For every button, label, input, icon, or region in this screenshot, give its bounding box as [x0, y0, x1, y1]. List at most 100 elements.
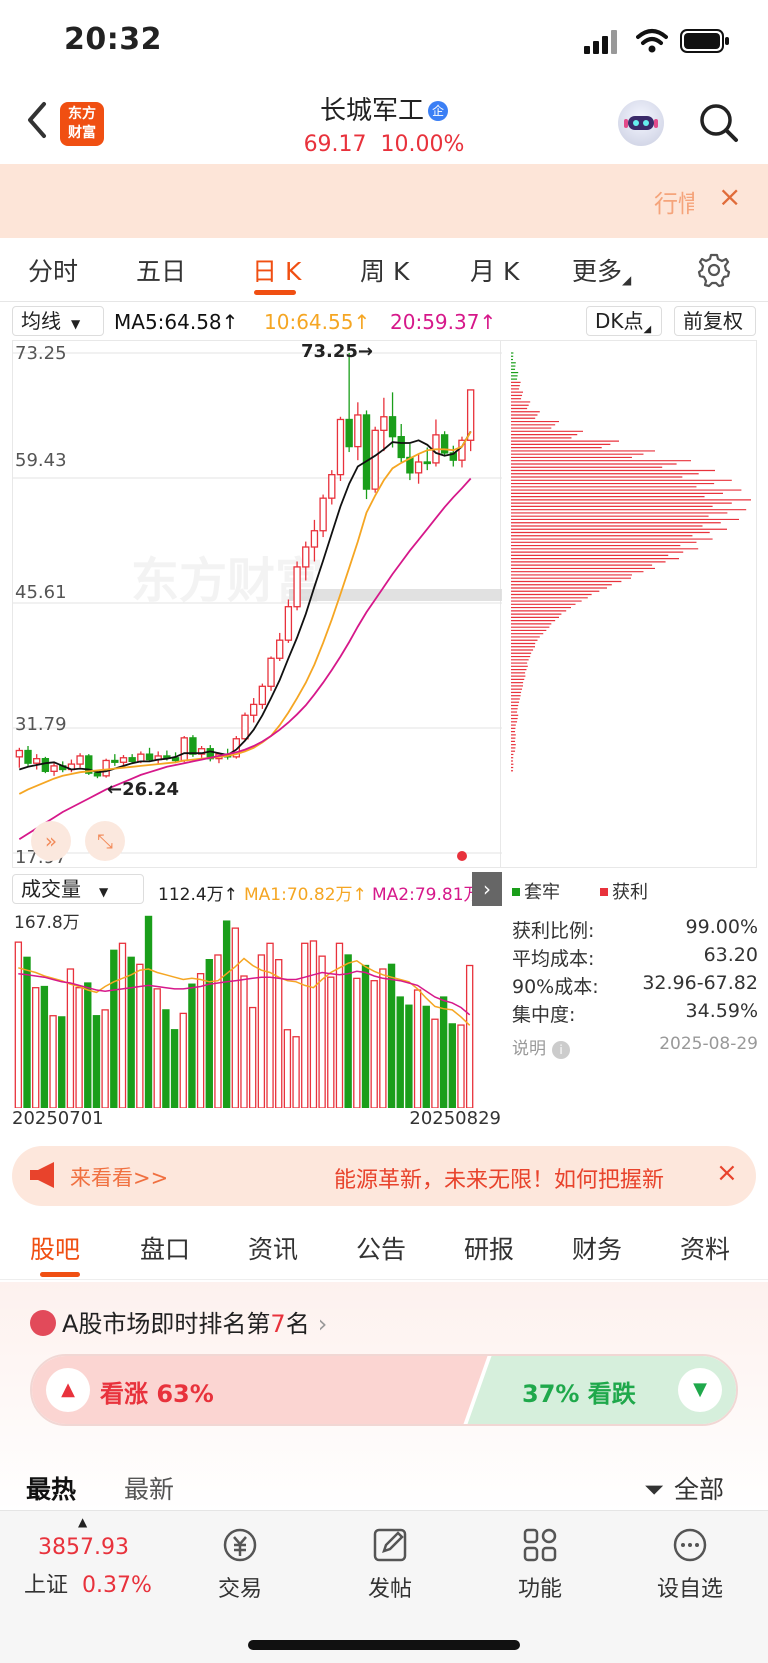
volume-bar	[179, 1012, 187, 1108]
candle-body	[119, 757, 128, 763]
rank-chart-icon	[30, 1310, 56, 1336]
rank-suffix: 名	[285, 1310, 310, 1338]
candle-body	[24, 749, 32, 764]
ma20-value: 20:59.37↑	[390, 310, 497, 334]
candle-body	[319, 497, 327, 532]
tab-intraday[interactable]: 分时	[28, 252, 78, 288]
yuan-exchange-icon	[223, 1528, 257, 1562]
dropdown-triangle-icon: ▼	[71, 317, 81, 331]
candle-body	[328, 474, 336, 499]
volume-bar	[379, 968, 387, 1108]
ma-selector-label: 均线	[21, 309, 61, 333]
more-dots-icon	[673, 1528, 707, 1562]
volume-bar	[92, 1015, 101, 1108]
status-bar: 20:32	[0, 0, 768, 84]
ma-indicator-bar: 均线 ▼ MA5:64.58↑ 10:64.55↑ 20:59.37↑ DK点◢ …	[0, 302, 768, 340]
tab-news[interactable]: 资讯	[248, 1230, 298, 1266]
dropdown-corner-icon: ◢	[622, 273, 632, 287]
rank-number: 7	[270, 1310, 286, 1338]
info-icon: i	[552, 1041, 570, 1059]
volume-bar	[361, 964, 370, 1108]
tab-announcement[interactable]: 公告	[356, 1230, 406, 1266]
volume-bar	[387, 963, 396, 1108]
tab-more-label: 更多	[572, 257, 623, 286]
nav-function[interactable]: 功能	[490, 1525, 590, 1603]
nav-function-label: 功能	[517, 1577, 562, 1602]
market-rank[interactable]: A股市场即时排名第7名 ›	[30, 1304, 327, 1339]
volume-bar	[14, 941, 23, 1108]
volume-bar	[32, 987, 40, 1108]
red-dot-icon	[457, 851, 467, 861]
nav-trade-label: 交易	[217, 1577, 262, 1602]
fullscreen-icon[interactable]: ⤡	[85, 821, 125, 861]
nav-watchlist[interactable]: 设自选	[640, 1525, 740, 1603]
banner-close-button[interactable]: ×	[718, 180, 741, 213]
tab-research[interactable]: 研报	[464, 1230, 514, 1266]
vote-up-label[interactable]: 看涨 63%	[100, 1374, 214, 1409]
nav-post[interactable]: 发帖	[340, 1525, 440, 1603]
tab-weekly-k[interactable]: 周 K	[360, 252, 409, 288]
feed-new-tab[interactable]: 最新	[124, 1470, 174, 1506]
volume-bar	[457, 1024, 465, 1108]
tab-guba[interactable]: 股吧	[30, 1230, 80, 1266]
volume-bar	[222, 920, 231, 1108]
stat-avg-cost: 平均成本: 63.20	[512, 944, 758, 971]
date-end: 20250829	[409, 1108, 501, 1129]
volume-chart[interactable]: 167.8万	[12, 908, 501, 1108]
volume-bar	[283, 1029, 292, 1108]
candle-body	[258, 685, 267, 706]
candle-body	[76, 755, 84, 765]
down-arrow-icon[interactable]: ▼	[678, 1368, 722, 1412]
index-value[interactable]: 3857.93	[38, 1535, 129, 1560]
chip-distribution-chart[interactable]	[501, 340, 757, 868]
settings-gear-icon[interactable]	[696, 252, 732, 288]
volume-selector-label: 成交量	[21, 877, 81, 901]
battery-icon	[680, 29, 729, 53]
dk-point-button[interactable]: DK点◢	[586, 306, 662, 336]
ma-selector[interactable]: 均线 ▼	[12, 306, 104, 336]
expand-left-icon[interactable]: »	[31, 821, 71, 861]
candle-body	[267, 657, 275, 687]
kline-chart[interactable]: 东方财富 73.25 59.43 45.61 31.79 17.97 73.25…	[12, 340, 502, 868]
candle-body	[33, 758, 41, 764]
tab-more[interactable]: 更多◢	[572, 252, 631, 288]
legend-profit-label: 获利	[612, 882, 648, 903]
feed-hot-tab[interactable]: 最热	[26, 1470, 76, 1506]
tab-daily-k[interactable]: 日 K	[252, 252, 301, 288]
ad-close-button[interactable]: ×	[716, 1158, 738, 1188]
tab-monthly-k[interactable]: 月 K	[470, 252, 519, 288]
volume-bar	[327, 976, 335, 1108]
vote-down-label[interactable]: 37% 看跌	[522, 1374, 636, 1409]
active-tab-indicator	[254, 290, 296, 295]
up-arrow-icon[interactable]: ▲	[46, 1368, 90, 1412]
tab-five-day[interactable]: 五日	[136, 252, 186, 288]
low-annotation: ←26.24	[107, 779, 180, 800]
candle-body	[276, 639, 284, 659]
profit-swatch	[600, 888, 608, 896]
chevron-right-icon[interactable]: ›	[472, 872, 502, 906]
stat-label: 说明	[512, 1039, 546, 1059]
tab-finance[interactable]: 财务	[572, 1230, 622, 1266]
volume-selector[interactable]: 成交量 ▼	[12, 874, 144, 904]
search-icon[interactable]	[698, 102, 740, 144]
ad-bar[interactable]: 来看看>> 能源革新，未来无限！如何把握新 ×	[12, 1146, 756, 1206]
stat-explain[interactable]: 说明 i 2025-08-29	[512, 1034, 758, 1059]
feed-filter[interactable]: ⏷ 全部	[644, 1470, 724, 1506]
candle-body	[128, 757, 136, 763]
edit-icon	[373, 1528, 407, 1562]
tab-pankou[interactable]: 盘口	[140, 1230, 190, 1266]
adjust-button[interactable]: 前复权	[674, 306, 756, 336]
grid-icon	[523, 1528, 557, 1562]
volume-bar	[214, 954, 222, 1108]
index-name-line[interactable]: 上证 0.37%	[24, 1567, 152, 1599]
tab-profile[interactable]: 资料	[680, 1230, 730, 1266]
candle-body	[249, 703, 258, 716]
volume-bar	[465, 964, 474, 1108]
assistant-robot-icon[interactable]	[618, 100, 664, 146]
active-section-indicator	[40, 1272, 80, 1277]
nav-trade[interactable]: 交易	[190, 1525, 290, 1603]
notice-banner[interactable]: 行情 ×	[0, 164, 768, 238]
current-price: 69.17	[303, 132, 367, 157]
stat-label: 获利比例:	[512, 920, 595, 942]
volume-bar	[84, 982, 92, 1108]
